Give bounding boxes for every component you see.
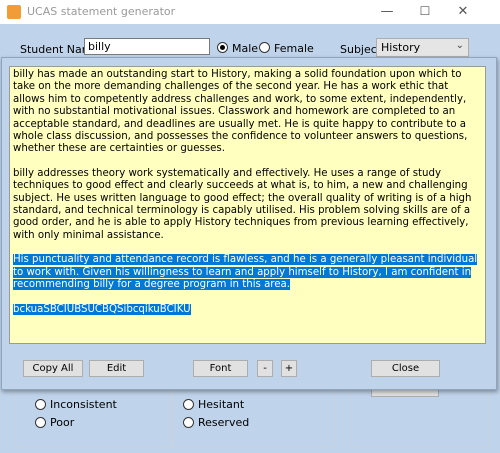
female-radio[interactable] <box>259 42 270 53</box>
selected-statement-paragraph: His punctuality and attendance record is… <box>13 254 478 291</box>
subject-dropdown[interactable]: History ⌄ <box>376 38 469 57</box>
font-button[interactable]: Font <box>193 360 248 377</box>
reserved-label[interactable]: Reserved <box>198 416 249 429</box>
selected-text-line: bckuaSBCIUBSUCBQSibcqikuBCIKU <box>13 303 191 315</box>
chevron-down-icon: ⌄ <box>455 40 464 51</box>
app-icon <box>7 5 21 19</box>
reserved-radio[interactable] <box>183 417 194 428</box>
copy-all-button[interactable]: Copy All <box>23 360 83 377</box>
statement-paragraph: billy has made an outstanding start to H… <box>13 69 468 155</box>
hesitant-label[interactable]: Hesitant <box>198 398 244 411</box>
edit-button[interactable]: Edit <box>89 360 144 377</box>
poor-label[interactable]: Poor <box>50 416 74 429</box>
female-radio-label[interactable]: Female <box>274 42 314 55</box>
subject-selected-value: History <box>381 41 421 54</box>
close-button[interactable]: Close <box>371 360 440 377</box>
confidence-groupbox <box>170 388 335 448</box>
student-name-input[interactable]: billy <box>84 38 210 55</box>
male-radio-label[interactable]: Male <box>232 42 258 55</box>
close-window-button[interactable]: ✕ <box>446 0 480 24</box>
poor-radio[interactable] <box>35 417 46 428</box>
actions-groupbox <box>350 388 490 448</box>
hesitant-radio[interactable] <box>183 399 194 410</box>
title-bar[interactable]: UCAS statement generator — ☐ ✕ <box>0 0 500 24</box>
statement-text-area[interactable]: billy has made an outstanding start to H… <box>9 66 486 344</box>
statement-paragraph: billy addresses theory work systematical… <box>13 167 472 241</box>
increase-font-button[interactable]: + <box>281 360 297 377</box>
subject-label: Subject <box>340 43 382 56</box>
male-radio[interactable] <box>217 42 228 53</box>
minimize-button[interactable]: — <box>370 0 404 24</box>
inconsistent-label[interactable]: Inconsistent <box>50 398 117 411</box>
vertical-scrollbar[interactable] <box>475 68 483 342</box>
decrease-font-button[interactable]: - <box>257 360 273 377</box>
inconsistent-radio[interactable] <box>35 399 46 410</box>
maximize-button[interactable]: ☐ <box>408 0 442 24</box>
window-title: UCAS statement generator <box>27 5 176 18</box>
